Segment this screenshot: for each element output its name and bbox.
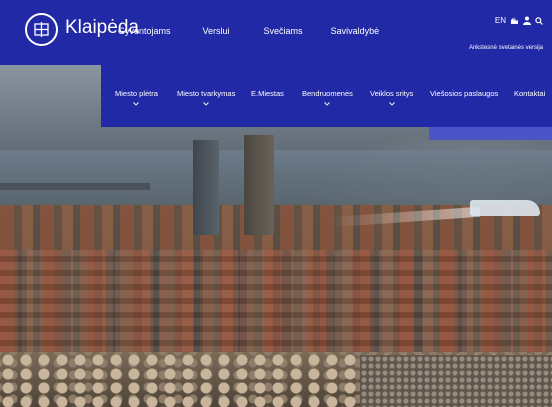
subnav-item-miesto-tvarkymas[interactable]: Miesto tvarkymas: [177, 89, 235, 107]
hero-rocks-right: [360, 355, 552, 407]
city-crest-icon[interactable]: [25, 13, 58, 46]
hero-tower: [193, 140, 219, 235]
hero-tower: [244, 135, 274, 235]
language-switch[interactable]: EN: [495, 16, 506, 25]
chevron-down-icon: [133, 102, 140, 106]
search-icon[interactable]: [535, 16, 543, 25]
subnav-item-label: Veiklos sritys: [370, 89, 414, 98]
subnav-item-bendruomenes[interactable]: Bendruomenės: [302, 89, 353, 107]
top-navigation-bar: Klaipėda Gyventojams Verslui Svečiams Sa…: [0, 0, 552, 65]
previous-site-version-link[interactable]: Ankstesnė svetainės versija: [469, 45, 543, 51]
hero-pier: [0, 183, 150, 190]
secondary-navigation: Miesto plėtra Miesto tvarkymas E.Miestas…: [101, 65, 552, 127]
subnav-item-kontaktai[interactable]: Kontaktai: [514, 89, 545, 98]
nav-item-sveciams[interactable]: Svečiams: [264, 26, 303, 36]
chevron-down-icon: [324, 102, 331, 106]
sign-language-icon[interactable]: [510, 16, 519, 25]
hero-roofs: [0, 250, 552, 360]
subnav-item-label: Miesto plėtra: [115, 89, 158, 98]
subnav-item-label: Kontaktai: [514, 89, 546, 98]
subnav-accent-bar: [429, 127, 552, 140]
subnav-item-veiklos-sritys[interactable]: Veiklos sritys: [370, 89, 413, 107]
nav-item-gyventojams[interactable]: Gyventojams: [118, 26, 171, 36]
utility-links: EN: [491, 16, 543, 25]
subnav-item-label: Viešosios paslaugos: [430, 89, 499, 98]
chevron-down-icon: [388, 102, 395, 106]
subnav-item-viesosios-paslaugos[interactable]: Viešosios paslaugos: [430, 89, 498, 98]
subnav-item-label: Miesto tvarkymas: [177, 89, 236, 98]
user-icon[interactable]: [523, 16, 531, 25]
subnav-item-label: Bendruomenės: [302, 89, 353, 98]
subnav-item-label: E.Miestas: [251, 89, 284, 98]
nav-item-verslui[interactable]: Verslui: [203, 26, 230, 36]
main-navigation: Gyventojams Verslui Svečiams Savivaldybė: [118, 26, 379, 36]
hero-ship: [470, 200, 540, 216]
chevron-down-icon: [203, 102, 209, 106]
nav-item-savivaldybe[interactable]: Savivaldybė: [331, 26, 380, 36]
subnav-item-miesto-pletra[interactable]: Miesto plėtra: [115, 89, 158, 107]
subnav-item-e-miestas[interactable]: E.Miestas: [251, 89, 284, 98]
